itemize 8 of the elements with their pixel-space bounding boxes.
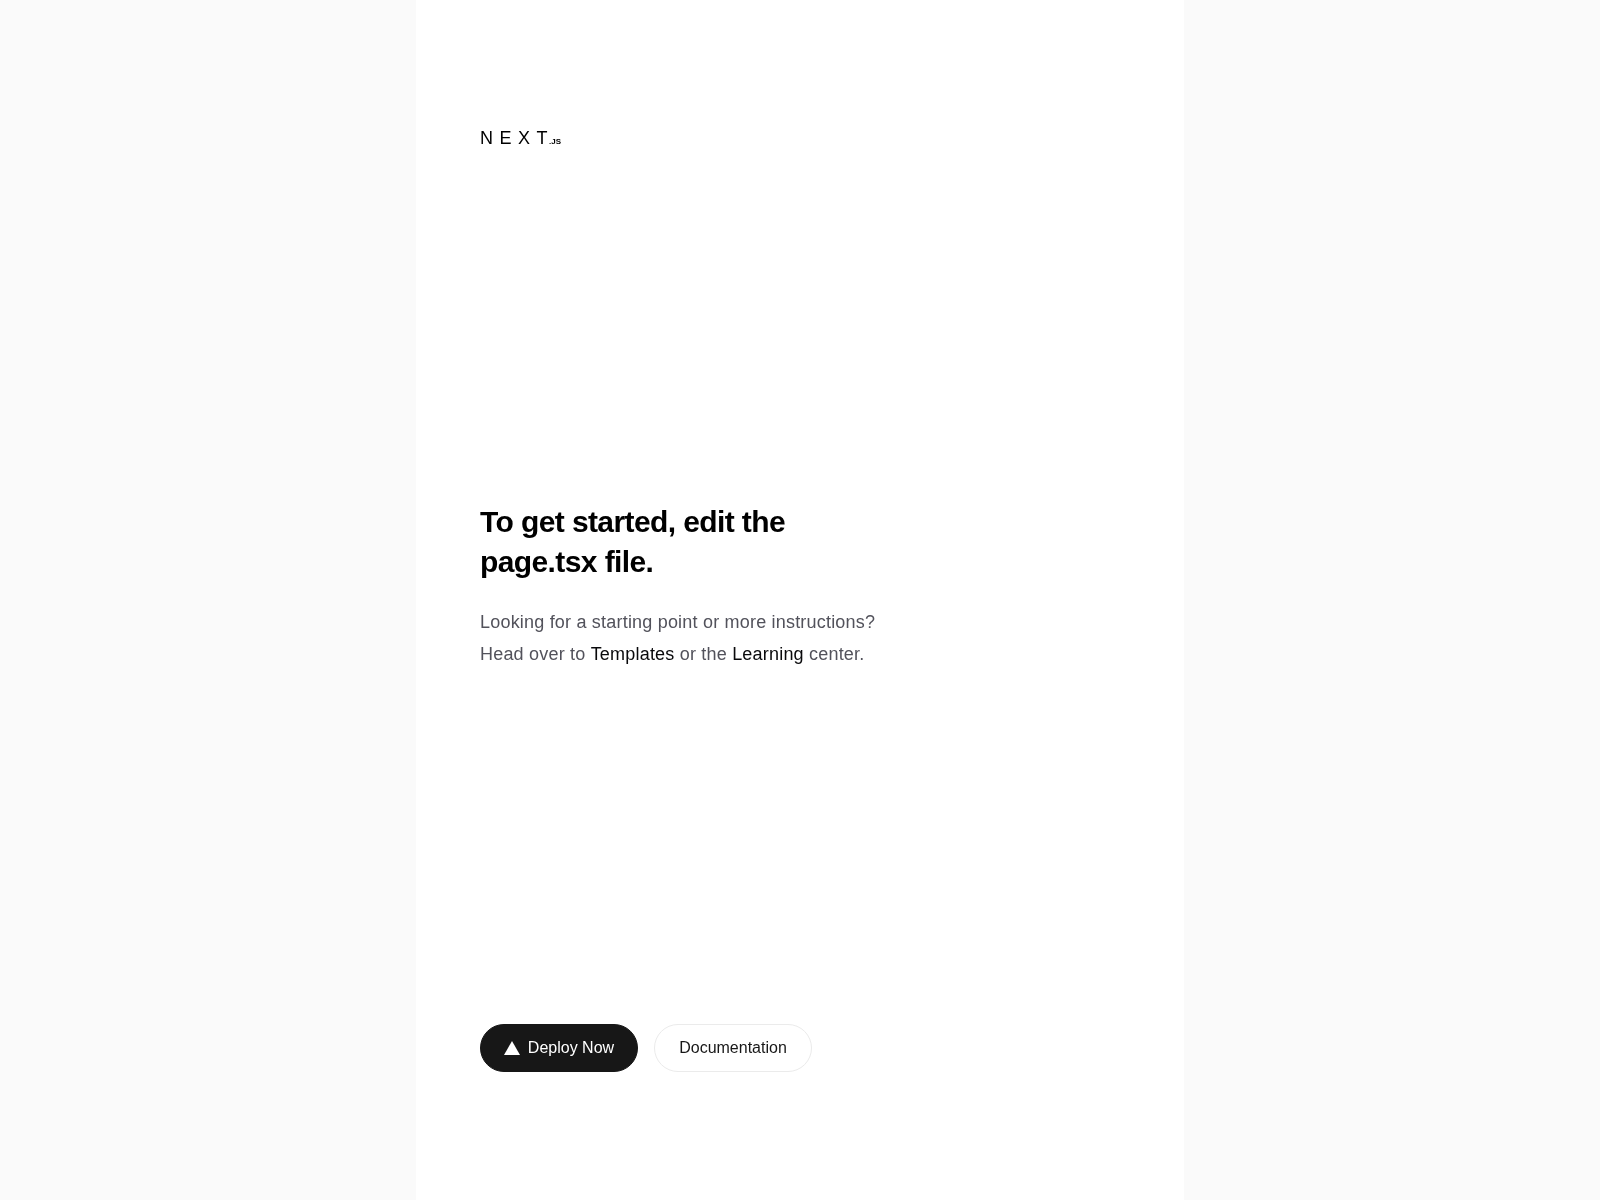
intro-paragraph: Looking for a starting point or more instructions? Head over to Templates or the Learning center. <box>480 611 877 666</box>
deploy-button[interactable]: Deploy Now <box>480 1024 638 1072</box>
logo-suffix: .JS <box>549 137 562 147</box>
page-heading: To get started, edit the page.tsx file. <box>480 504 787 580</box>
triangle-icon <box>503 1041 520 1055</box>
inline-link[interactable]: Learning <box>732 644 804 664</box>
inline-link[interactable]: Templates <box>590 644 675 664</box>
documentation-button[interactable]: Documentation <box>654 1024 812 1072</box>
